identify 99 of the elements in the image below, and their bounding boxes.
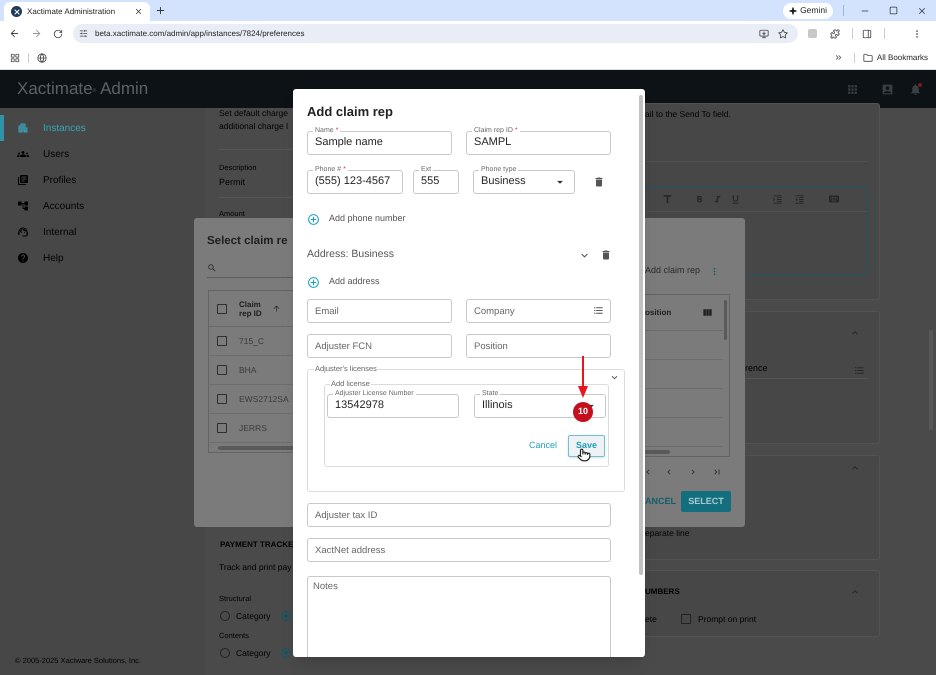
bold-icon[interactable]	[694, 194, 705, 204]
adjuster-fcn-field[interactable]: Adjuster FCN	[307, 334, 452, 358]
close-icon[interactable]	[917, 6, 927, 16]
add-phone-button[interactable]: Add phone number	[307, 211, 406, 227]
text-input[interactable]: (555) 123-4567	[315, 173, 395, 190]
column-header[interactable]: Claim rep ID	[239, 300, 266, 318]
columns-icon[interactable]	[702, 307, 714, 318]
option-label: ete	[645, 613, 657, 626]
checkbox[interactable]	[217, 365, 227, 375]
text-input[interactable]: Sample name	[315, 134, 444, 151]
puzzle-icon[interactable]	[830, 28, 840, 38]
position-field[interactable]: Position	[466, 334, 611, 358]
company-field[interactable]: Company	[466, 299, 611, 323]
scrollbar[interactable]	[645, 450, 670, 454]
checkbox-label: Prompt on print	[698, 613, 756, 626]
hierarchy-icon	[17, 200, 29, 212]
building-icon	[17, 122, 29, 134]
list-icon[interactable]	[593, 305, 604, 316]
forward-icon[interactable]	[31, 28, 42, 39]
radio-button[interactable]	[280, 611, 290, 622]
radio-button[interactable]	[280, 648, 290, 658]
last-page-icon[interactable]	[712, 467, 722, 477]
option-label: eparate line	[645, 527, 690, 540]
scrollbar[interactable]	[218, 446, 293, 450]
browser-tab[interactable]: Xactimate Administration	[4, 2, 150, 21]
checkbox[interactable]	[217, 336, 227, 346]
sort-arrow-icon[interactable]	[272, 304, 281, 313]
hand-cursor-icon	[577, 448, 591, 462]
italic-icon[interactable]	[712, 194, 723, 204]
folder-icon	[862, 52, 873, 62]
section-heading: UMBERS	[645, 586, 680, 598]
description-text: ail to the Send To field.	[645, 109, 731, 119]
underline-icon[interactable]	[730, 194, 741, 204]
field-value: rence	[745, 362, 768, 375]
help-icon	[17, 252, 29, 264]
delete-icon[interactable]	[600, 249, 612, 261]
table-cell: JERRS	[239, 422, 267, 434]
text-input[interactable]: SAMPL	[474, 134, 603, 151]
delete-icon[interactable]	[593, 176, 605, 188]
gemini-button[interactable]: Gemini	[783, 2, 833, 18]
outdent-icon[interactable]	[794, 194, 805, 204]
radio-label: Category	[236, 610, 270, 623]
indent-icon[interactable]	[772, 194, 783, 204]
tab-title: Xactimate Administration	[27, 6, 116, 18]
checkbox[interactable]	[681, 614, 691, 624]
search-icon	[207, 263, 217, 273]
section-heading: Address: Business	[307, 247, 394, 262]
table-cell: EWS2712SA	[239, 392, 289, 406]
headset-icon	[17, 226, 29, 238]
dialog-title: Select claim re	[207, 234, 288, 249]
maximize-icon[interactable]	[889, 6, 898, 15]
text-input[interactable]: 13542978	[335, 397, 451, 414]
new-tab-icon[interactable]	[155, 5, 166, 16]
field-value: Permit	[219, 176, 246, 189]
account-icon[interactable]	[881, 82, 894, 96]
chevrons-icon[interactable]	[834, 53, 843, 62]
people-icon	[17, 148, 29, 160]
description-text: additional charge l	[219, 121, 288, 131]
table-cell: BHA	[239, 364, 256, 376]
globe-icon[interactable]	[37, 52, 47, 62]
dialog-title: Add claim rep	[307, 103, 394, 120]
address-bar[interactable]: beta.xactimate.com/admin/app/instances/7824/preferences	[73, 24, 798, 43]
scrollbar[interactable]	[639, 95, 643, 575]
email-field[interactable]: Email	[307, 299, 452, 323]
books-icon	[17, 174, 29, 186]
table-cell: 715_C	[239, 334, 264, 348]
star-icon[interactable]	[778, 28, 788, 38]
side-panel-icon[interactable]	[862, 28, 872, 38]
xactnet-address-field[interactable]: XactNet address	[307, 538, 611, 562]
site-settings-icon[interactable]	[79, 29, 88, 38]
add-address-button[interactable]: Add address	[307, 274, 380, 290]
description-text: Set default charge	[219, 108, 288, 118]
section-heading: PAYMENT TRACKE	[220, 539, 293, 551]
app-logo-icon	[11, 6, 22, 17]
radio-button[interactable]	[220, 648, 230, 658]
checkbox[interactable]	[217, 423, 227, 433]
text-input[interactable]: 555	[421, 173, 451, 190]
notes-field[interactable]: Notes	[307, 576, 611, 657]
install-icon[interactable]	[759, 28, 769, 38]
tax-id-field[interactable]: Adjuster tax ID	[307, 503, 611, 527]
extension-icon[interactable]	[808, 29, 817, 38]
annotation-arrow	[578, 356, 588, 398]
back-icon[interactable]	[9, 28, 20, 39]
bookmarks-folder[interactable]: All Bookmarks	[862, 52, 928, 64]
text-input[interactable]: Business	[481, 173, 541, 190]
sparkle-icon	[789, 6, 798, 14]
radio-button[interactable]	[220, 611, 230, 622]
apps-icon[interactable]	[10, 52, 20, 62]
keyboard-icon[interactable]	[828, 193, 840, 205]
bell-icon[interactable]	[909, 82, 922, 96]
text-input[interactable]: Illinois	[482, 397, 572, 414]
reload-icon[interactable]	[53, 28, 63, 38]
column-header[interactable]: osition	[645, 306, 672, 318]
radio-label: Category	[236, 647, 270, 660]
checkbox[interactable]	[217, 394, 227, 404]
checkbox[interactable]	[217, 304, 227, 314]
close-icon[interactable]	[134, 7, 143, 16]
section-description: Track and print pay	[219, 561, 292, 574]
text-style-icon[interactable]	[661, 192, 674, 206]
